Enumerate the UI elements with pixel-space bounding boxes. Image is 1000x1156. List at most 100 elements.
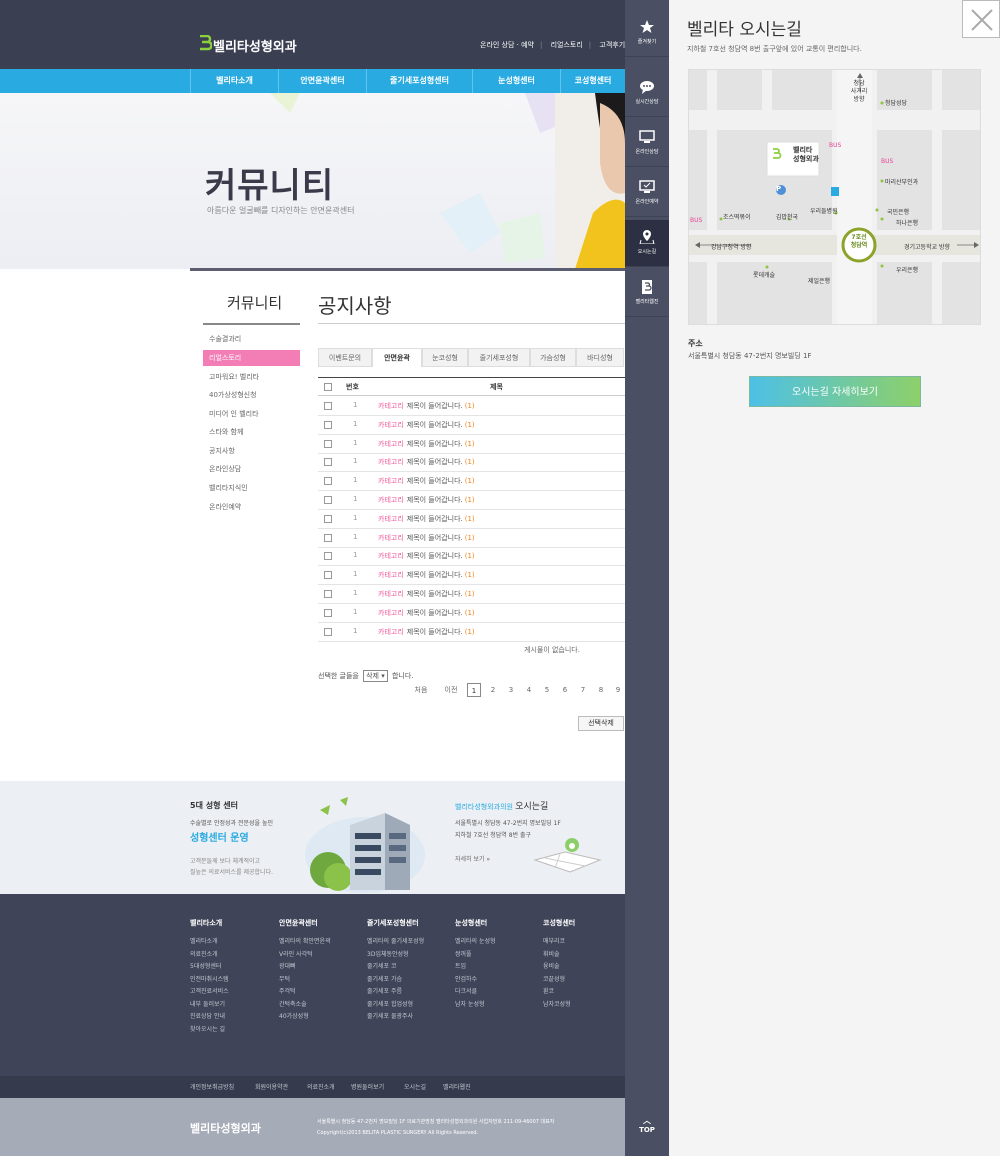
- lnb-item-results[interactable]: 수술결과리: [203, 331, 300, 347]
- table-row[interactable]: 1 카테고리 제목이 들어갑니다. (1): [318, 453, 625, 473]
- util-link-review[interactable]: 고객후기: [599, 41, 625, 49]
- table-row[interactable]: 1 카테고리 제목이 들어갑니다. (1): [318, 623, 625, 642]
- table-row[interactable]: 1 카테고리 제목이 들어갑니다. (1): [318, 397, 625, 416]
- gnb-item-stemcell[interactable]: 줄기세포성형센터: [366, 69, 472, 93]
- quick-item-online-reserve[interactable]: 온라인예약: [625, 170, 669, 217]
- row-checkbox[interactable]: [324, 496, 332, 504]
- footer-link[interactable]: 3D입체동안성형: [367, 949, 424, 962]
- row-subject[interactable]: 카테고리 제목이 들어갑니다. (1): [378, 627, 475, 637]
- tab-body[interactable]: 바디성형: [576, 348, 624, 367]
- row-subject[interactable]: 카테고리 제목이 들어갑니다. (1): [378, 439, 475, 449]
- footer-link[interactable]: 간턱축소술: [279, 999, 331, 1012]
- row-checkbox[interactable]: [324, 552, 332, 561]
- footer-link[interactable]: 줄기세포 가슴: [367, 974, 424, 987]
- footer-link[interactable]: 주걱턱: [279, 986, 331, 999]
- footer-link[interactable]: 인전마취시스템: [190, 974, 229, 987]
- footer-link[interactable]: 내부 둘러보기: [190, 999, 229, 1012]
- util-link-consult[interactable]: 온라인 상담 · 예약: [480, 41, 534, 49]
- tab-facial[interactable]: 안면윤곽: [372, 348, 422, 367]
- pagination-page[interactable]: 1: [467, 683, 481, 697]
- row-subject[interactable]: 카테고리 제목이 들어갑니다. (1): [378, 420, 475, 430]
- row-checkbox[interactable]: [324, 477, 332, 486]
- footer-link[interactable]: 고객진료서비스: [190, 986, 229, 999]
- row-checkbox[interactable]: [324, 402, 332, 410]
- lnb-item-reservation[interactable]: 온라인예약: [203, 499, 300, 515]
- row-checkbox[interactable]: [324, 571, 332, 580]
- row-checkbox[interactable]: [324, 514, 332, 523]
- directions-detail-button[interactable]: 오시는길 자세히보기: [749, 376, 921, 407]
- pagination-first[interactable]: 처음: [410, 683, 432, 697]
- footer-link[interactable]: 무턱: [279, 974, 331, 987]
- row-subject[interactable]: 카테고리 제목이 들어갑니다. (1): [378, 401, 475, 411]
- footer-link[interactable]: 줄기세포 힙업성형: [367, 999, 424, 1012]
- table-row[interactable]: 1 카테고리 제목이 들어갑니다. (1): [318, 416, 625, 435]
- footer-nav-tour[interactable]: 병원둘러보기: [351, 1082, 384, 1091]
- quick-item-location[interactable]: 오시는길: [625, 220, 669, 267]
- footer-link[interactable]: 진료상담 안내: [190, 1011, 229, 1024]
- footer-link[interactable]: 휘비술: [543, 949, 575, 962]
- pagination-page[interactable]: 4: [522, 683, 536, 697]
- lnb-item-media[interactable]: 미디어 인 벨리타: [203, 406, 300, 422]
- table-row[interactable]: 1 카테고리 제목이 들어갑니다. (1): [318, 529, 625, 548]
- quick-item-live-chat[interactable]: 실시간상담: [625, 70, 669, 117]
- row-checkbox[interactable]: [324, 533, 332, 542]
- footer-link[interactable]: 쌍꺼풀: [455, 949, 496, 962]
- footer-link[interactable]: 트임: [455, 961, 496, 974]
- pagination-page[interactable]: 9: [611, 683, 625, 697]
- footer-link[interactable]: 남자코성형: [543, 999, 575, 1012]
- footer-link[interactable]: 남자 눈성형: [455, 999, 496, 1012]
- row-subject[interactable]: 카테고리 제목이 들어갑니다. (1): [378, 514, 475, 524]
- row-subject[interactable]: 카테고리 제목이 들어갑니다. (1): [378, 608, 475, 618]
- tab-event[interactable]: 이벤트문의: [318, 348, 372, 367]
- pagination-page[interactable]: 6: [558, 683, 572, 697]
- gnb-item-intro[interactable]: 벨리타소개: [190, 69, 278, 93]
- table-row[interactable]: 1 카테고리 제목이 들어갑니다. (1): [318, 566, 625, 586]
- row-subject[interactable]: 카테고리 제목이 들어갑니다. (1): [378, 589, 475, 599]
- footer-link[interactable]: 안검하수: [455, 974, 496, 987]
- lnb-item-realstory[interactable]: 리얼스토리: [203, 350, 300, 366]
- footer-nav-terms[interactable]: 회원이용약관: [255, 1082, 288, 1091]
- quick-item-bookmark[interactable]: 즐겨찾기: [625, 10, 669, 57]
- footer-nav-webzine[interactable]: 벨리타웹진: [443, 1082, 471, 1091]
- row-checkbox[interactable]: [324, 590, 332, 598]
- bulk-action-select[interactable]: 삭제 ▾: [363, 670, 388, 682]
- footer-link[interactable]: 벨리타의 눈성형: [455, 936, 496, 949]
- select-all-checkbox[interactable]: [324, 383, 332, 391]
- footer-link[interactable]: 광대뼈: [279, 961, 331, 974]
- pagination-page[interactable]: 3: [504, 683, 518, 697]
- gnb-item-eye[interactable]: 눈성형센터: [472, 69, 560, 93]
- footer-link[interactable]: 코끝성형: [543, 974, 575, 987]
- row-subject[interactable]: 카테고리 제목이 들어갑니다. (1): [378, 476, 475, 486]
- table-row[interactable]: 1 카테고리 제목이 들어갑니다. (1): [318, 585, 625, 604]
- footer-link[interactable]: 40가상성형: [279, 1011, 331, 1024]
- row-subject[interactable]: 카테고리 제목이 들어갑니다. (1): [378, 533, 475, 543]
- footer-link[interactable]: 벨리타소개: [190, 936, 229, 949]
- table-row[interactable]: 1 카테고리 제목이 들어갑니다. (1): [318, 547, 625, 567]
- footer-link[interactable]: 매부리코: [543, 936, 575, 949]
- quick-item-online-consult[interactable]: 온라인상담: [625, 120, 669, 167]
- footer-link[interactable]: 융비술: [543, 961, 575, 974]
- footer-link[interactable]: 벨리타의 확안면윤곽: [279, 936, 331, 949]
- footer-nav-doctors[interactable]: 의료진소개: [307, 1082, 335, 1091]
- close-button[interactable]: [962, 0, 1000, 38]
- delete-selected-button[interactable]: 선택삭제: [578, 716, 624, 731]
- row-checkbox[interactable]: [324, 458, 332, 467]
- table-row[interactable]: 1 카테고리 제목이 들어갑니다. (1): [318, 491, 625, 510]
- footer-link[interactable]: 줄기세포 물광주사: [367, 1011, 424, 1024]
- footer-nav-location[interactable]: 오시는길: [404, 1082, 426, 1091]
- footer-link[interactable]: 의료진소개: [190, 949, 229, 962]
- lnb-item-knowledge[interactable]: 벨리타지식인: [203, 480, 300, 496]
- scroll-top-button[interactable]: ︿ TOP: [625, 1115, 669, 1145]
- lnb-item-virtual[interactable]: 40가상성형신청: [203, 387, 300, 403]
- table-row[interactable]: 1 카테고리 제목이 들어갑니다. (1): [318, 604, 625, 623]
- footer-nav-privacy[interactable]: 개인정보취급방침: [190, 1082, 234, 1091]
- pagination-page[interactable]: 8: [594, 683, 608, 697]
- row-checkbox[interactable]: [324, 608, 332, 617]
- pagination-prev[interactable]: 이전: [440, 683, 462, 697]
- banner-location-more-link[interactable]: 자세히 보기 »: [455, 854, 490, 863]
- footer-link[interactable]: V라인 사각턱: [279, 949, 331, 962]
- table-row[interactable]: 1 카테고리 제목이 들어갑니다. (1): [318, 510, 625, 529]
- gnb-item-facial[interactable]: 안면윤곽센터: [278, 69, 366, 93]
- pagination-page[interactable]: 7: [576, 683, 590, 697]
- pagination-page[interactable]: 5: [540, 683, 554, 697]
